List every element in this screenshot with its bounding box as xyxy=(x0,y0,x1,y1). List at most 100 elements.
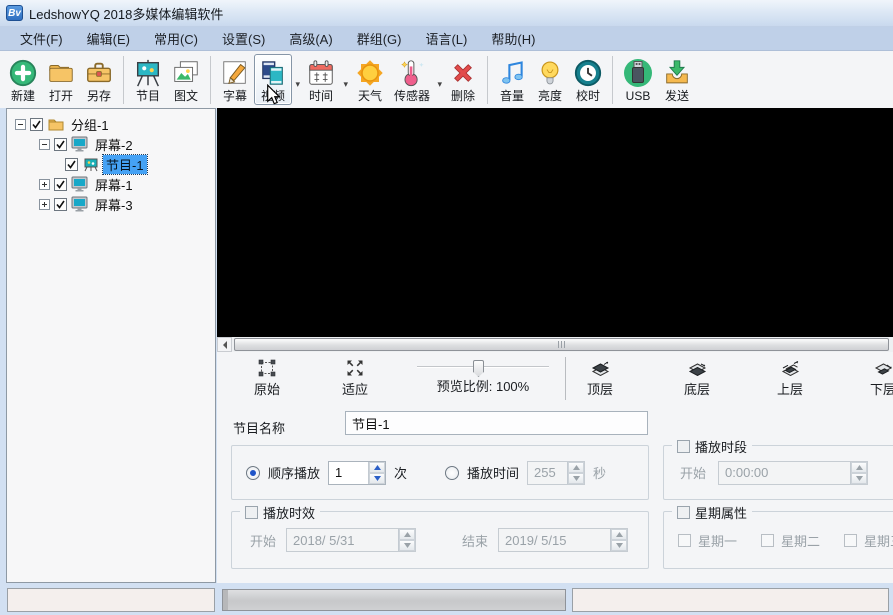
play-mode-group: 顺序播放 1 次 播放时间 255 秒 xyxy=(231,445,649,500)
spin-up-button[interactable] xyxy=(399,529,415,540)
toolbar-button-time[interactable]: 时间 ▾ xyxy=(302,54,340,105)
toolbar-separator xyxy=(612,56,613,104)
tree-checkbox[interactable] xyxy=(54,138,67,151)
spin-up-button[interactable] xyxy=(851,462,867,473)
collapse-icon[interactable] xyxy=(39,139,50,150)
volume-notes-icon xyxy=(498,56,526,89)
menu-edit[interactable]: 编辑(E) xyxy=(75,26,142,51)
monday-checkbox[interactable] xyxy=(678,534,691,547)
toolbar-button-brightness[interactable]: 亮度 xyxy=(531,54,569,105)
tree-item-screen-3[interactable]: 屏幕-3 xyxy=(7,194,215,214)
preview-scale-label: 预览比例: 100% xyxy=(437,376,529,395)
collapse-icon[interactable] xyxy=(15,119,26,130)
toolbar-button-sensor[interactable]: 传感器 ▾ xyxy=(390,54,434,105)
delete-x-icon xyxy=(449,56,477,89)
expand-icon[interactable] xyxy=(39,199,50,210)
scroll-left-arrow-icon[interactable] xyxy=(217,337,232,352)
tree-item-screen-2[interactable]: 屏幕-2 xyxy=(7,134,215,154)
preview-horizontal-scrollbar[interactable] xyxy=(217,337,893,352)
subtitle-pencil-icon xyxy=(220,56,250,89)
tree-checkbox[interactable] xyxy=(54,178,67,191)
clock-sync-icon xyxy=(573,56,603,89)
play-validity-title: 播放时效 xyxy=(263,503,315,522)
toolbar-button-send[interactable]: 发送 xyxy=(658,54,696,105)
validity-start-spinner[interactable]: 2018/ 5/31 xyxy=(286,528,416,552)
menu-group[interactable]: 群组(G) xyxy=(345,26,414,51)
preview-scale-slider[interactable] xyxy=(417,360,549,374)
menu-common[interactable]: 常用(C) xyxy=(142,26,210,51)
tree-item-group-1[interactable]: 分组-1 xyxy=(7,114,215,134)
layer-bottom-button[interactable]: 底层 xyxy=(675,359,719,398)
play-count-spinner[interactable]: 1 xyxy=(328,461,386,485)
toolbar-button-delete[interactable]: 删除 xyxy=(444,54,482,105)
tree-item-program-1[interactable]: 节目-1 xyxy=(7,154,215,174)
tree-checkbox[interactable] xyxy=(54,198,67,211)
scrollbar-thumb[interactable] xyxy=(234,338,889,351)
original-size-icon xyxy=(258,359,276,377)
toolbar-button-new[interactable]: 新建 xyxy=(4,54,42,105)
spin-up-button[interactable] xyxy=(611,529,627,540)
selected-tree-label[interactable]: 节目-1 xyxy=(103,155,147,174)
sequential-play-radio[interactable] xyxy=(246,466,260,480)
status-panel-left xyxy=(7,588,215,612)
play-validity-checkbox[interactable] xyxy=(245,506,258,519)
spin-down-button[interactable] xyxy=(568,473,584,484)
tree-checkbox[interactable] xyxy=(30,118,43,131)
expand-icon[interactable] xyxy=(39,179,50,190)
program-name-input[interactable] xyxy=(345,411,648,435)
screen-icon xyxy=(71,176,88,192)
original-size-button[interactable]: 原始 xyxy=(239,359,295,398)
slider-thumb[interactable] xyxy=(473,360,484,377)
fit-button[interactable]: 适应 xyxy=(327,359,383,398)
menu-language[interactable]: 语言(L) xyxy=(413,26,479,51)
toolbar-button-subtitle[interactable]: 字幕 xyxy=(216,54,254,105)
toolbar-button-usb[interactable]: USB xyxy=(618,54,658,105)
play-duration-spinner[interactable]: 255 xyxy=(527,461,585,485)
menu-file[interactable]: 文件(F) xyxy=(8,26,75,51)
wednesday-label: 星期三 xyxy=(864,531,893,550)
spin-down-button[interactable] xyxy=(611,540,627,551)
toolbar-button-saveas[interactable]: 另存 xyxy=(80,54,118,105)
spin-up-button[interactable] xyxy=(568,462,584,473)
validity-end-spinner[interactable]: 2019/ 5/15 xyxy=(498,528,628,552)
play-period-checkbox[interactable] xyxy=(677,440,690,453)
tree-checkbox[interactable] xyxy=(65,158,78,171)
toolbar-button-volume[interactable]: 音量 xyxy=(493,54,531,105)
week-attribute-checkbox[interactable] xyxy=(677,506,690,519)
title-bar[interactable]: Bv LedshowYQ 2018多媒体编辑软件 xyxy=(0,0,893,27)
window-title: LedshowYQ 2018多媒体编辑软件 xyxy=(29,4,223,23)
controls-divider xyxy=(565,357,566,400)
sensor-dropdown-arrow-icon[interactable]: ▾ xyxy=(437,79,442,90)
menu-settings[interactable]: 设置(S) xyxy=(210,26,277,51)
play-duration-radio[interactable] xyxy=(445,466,459,480)
tree-item-screen-1[interactable]: 屏幕-1 xyxy=(7,174,215,194)
tuesday-checkbox[interactable] xyxy=(761,534,774,547)
video-dropdown-arrow-icon[interactable]: ▾ xyxy=(295,79,300,90)
preview-canvas[interactable] xyxy=(217,108,893,337)
menu-help[interactable]: 帮助(H) xyxy=(479,26,547,51)
layer-top-button[interactable]: 顶层 xyxy=(578,359,622,398)
preview-scale-control: 预览比例: 100% xyxy=(413,360,553,395)
toolbar-button-imagetext[interactable]: 图文 xyxy=(167,54,205,105)
time-dropdown-arrow-icon[interactable]: ▾ xyxy=(343,79,348,90)
spin-down-button[interactable] xyxy=(851,473,867,484)
spin-down-button[interactable] xyxy=(369,473,385,484)
weather-sun-icon xyxy=(354,56,386,89)
toolbar-button-weather[interactable]: 天气 xyxy=(350,54,390,105)
toolbar-button-program[interactable]: 节目 xyxy=(129,54,167,105)
status-progress-bar xyxy=(222,589,566,611)
spin-down-button[interactable] xyxy=(399,540,415,551)
layer-up-button[interactable]: 上层 xyxy=(768,359,812,398)
play-period-group: 播放时段 开始 0:00:00 xyxy=(663,445,893,500)
toolbar-separator xyxy=(487,56,488,104)
play-validity-group: 播放时效 开始 2018/ 5/31 结束 2019/ 5/15 xyxy=(231,511,649,569)
toolbar-button-timesync[interactable]: 校时 xyxy=(569,54,607,105)
menu-advanced[interactable]: 高级(A) xyxy=(277,26,344,51)
play-duration-label: 播放时间 xyxy=(467,463,519,482)
toolbar-button-open[interactable]: 打开 xyxy=(42,54,80,105)
fit-expand-icon xyxy=(346,359,364,377)
spin-up-button[interactable] xyxy=(369,462,385,473)
wednesday-checkbox[interactable] xyxy=(844,534,857,547)
period-start-spinner[interactable]: 0:00:00 xyxy=(718,461,868,485)
layer-down-button[interactable]: 下层 xyxy=(861,359,893,398)
